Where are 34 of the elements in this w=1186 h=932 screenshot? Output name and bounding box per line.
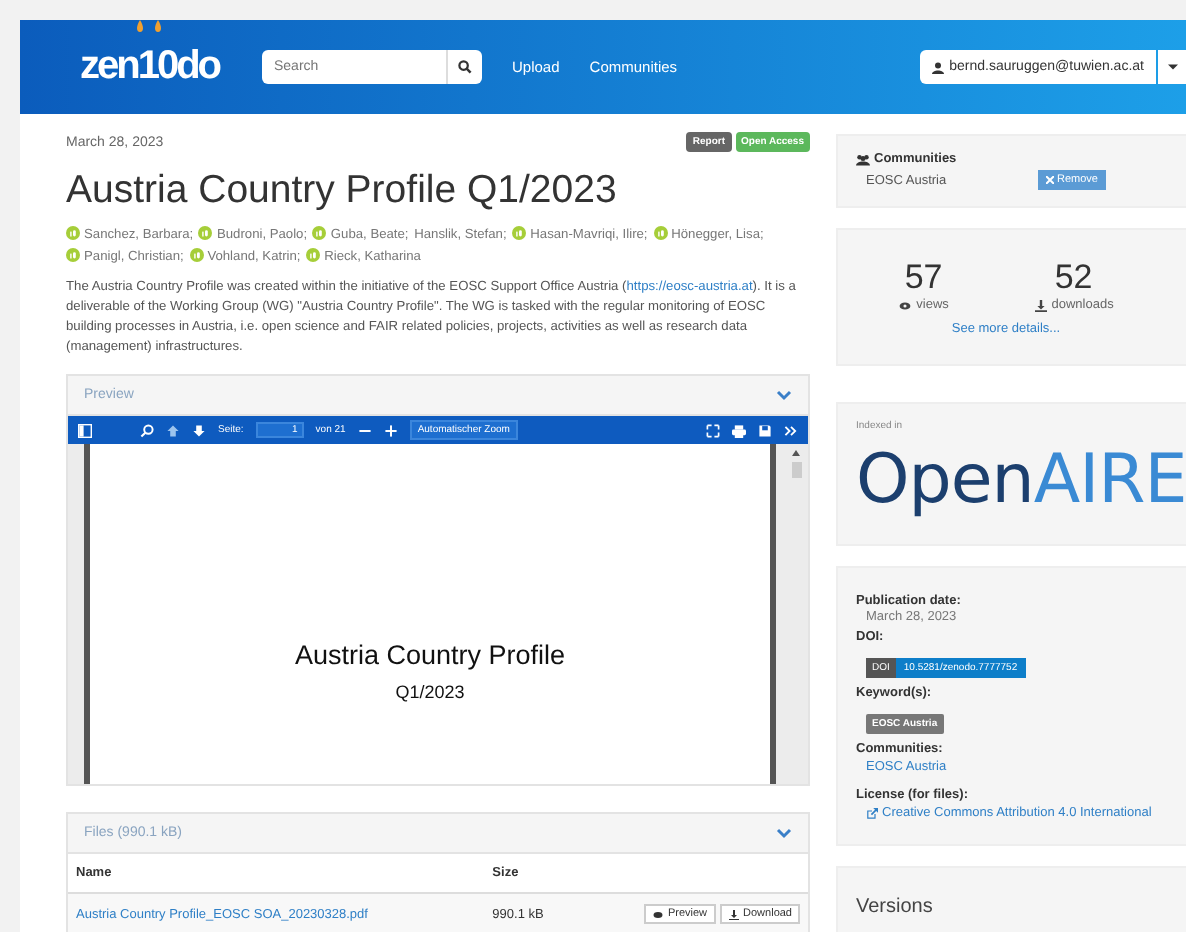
dropdown-toggle[interactable] — [1158, 50, 1186, 84]
page-title: Austria Country Profile — [294, 640, 566, 670]
candle-flames-icon — [134, 20, 166, 36]
eye-icon — [898, 299, 913, 311]
more-tools-icon[interactable] — [784, 423, 798, 437]
zoom-in-icon[interactable] — [383, 423, 398, 437]
down-arrow-icon[interactable] — [192, 423, 206, 437]
group-icon — [856, 153, 870, 165]
download-icon — [1033, 299, 1048, 311]
openaire-logo[interactable]: OpenAIRE — [856, 440, 1186, 520]
search-icon — [458, 60, 472, 74]
logo[interactable]: zen10do — [80, 44, 220, 88]
record-title: Austria Country Profile Q1/2023 — [66, 168, 619, 214]
external-link-icon — [866, 807, 878, 819]
stat-value: 52 — [1054, 258, 1093, 298]
chevron-down-icon[interactable] — [776, 389, 792, 401]
search-icon[interactable] — [140, 423, 154, 437]
page-subtitle: Q1/2023 — [395, 682, 465, 702]
caret-icon — [1167, 64, 1177, 70]
save-icon[interactable] — [758, 423, 772, 437]
sidebar-icon[interactable] — [78, 423, 92, 437]
eye-icon — [651, 909, 664, 919]
up-arrow-icon[interactable] — [166, 423, 180, 437]
stat-value: 57 — [904, 258, 943, 298]
scroll-up-icon[interactable] — [792, 450, 800, 456]
scrollbar-thumb[interactable] — [791, 462, 801, 478]
versions-title: Versions — [836, 866, 1186, 932]
search-button[interactable] — [446, 50, 482, 84]
user-icon — [931, 61, 944, 73]
fullscreen-icon[interactable] — [706, 423, 720, 437]
download-icon — [727, 909, 740, 919]
print-icon[interactable] — [732, 423, 746, 437]
close-icon — [1045, 176, 1054, 184]
chevron-down-icon[interactable] — [776, 827, 792, 839]
